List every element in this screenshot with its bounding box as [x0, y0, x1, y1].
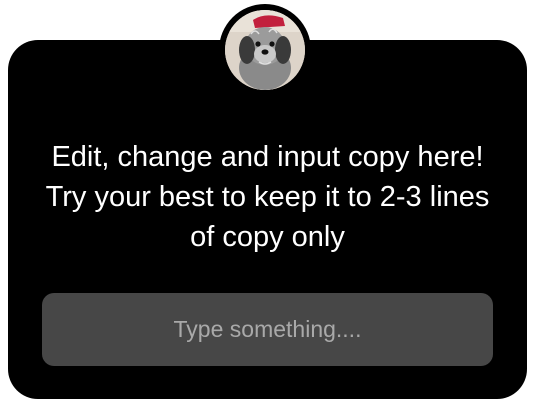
prompt-message: Edit, change and input copy here! Try yo… [45, 141, 490, 253]
reply-input-placeholder: Type something.... [173, 316, 362, 342]
avatar-ring [219, 4, 311, 96]
dog-avatar-photo [225, 10, 305, 90]
avatar [225, 10, 305, 90]
reply-input[interactable]: Type something.... [42, 293, 493, 366]
